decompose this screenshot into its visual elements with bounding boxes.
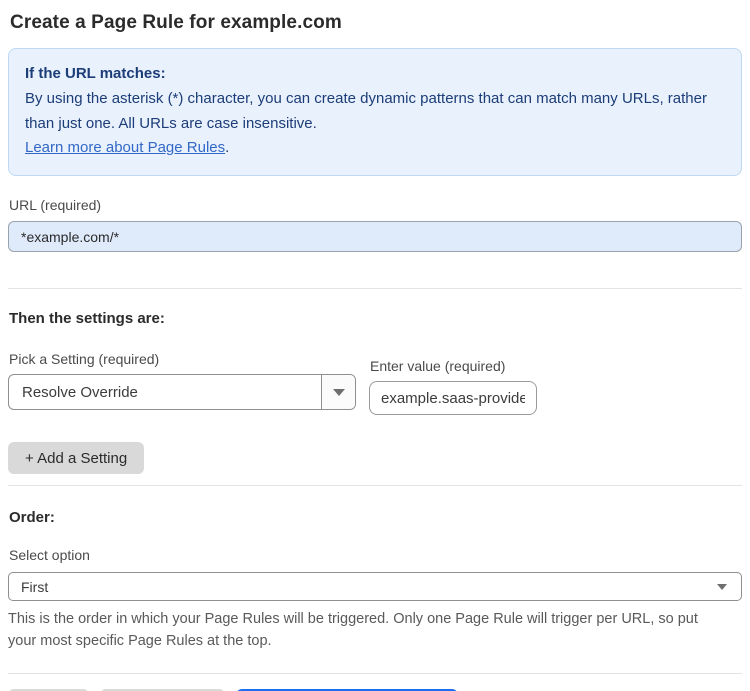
value-field-label: Enter value (required) xyxy=(370,358,506,374)
info-box-body: By using the asterisk (*) character, you… xyxy=(25,89,707,132)
setting-value-column: Enter value (required) xyxy=(369,358,537,415)
add-setting-button[interactable]: + Add a Setting xyxy=(8,442,145,474)
setting-picker-selected-value: Resolve Override xyxy=(22,383,138,401)
settings-section-heading: Then the settings are: xyxy=(9,310,165,327)
order-help-text: This is the order in which your Page Rul… xyxy=(8,611,698,650)
info-box-heading: If the URL matches: xyxy=(25,65,166,82)
divider xyxy=(8,672,742,674)
link-suffix: . xyxy=(225,139,230,157)
setting-value-input[interactable] xyxy=(369,381,537,415)
divider xyxy=(8,485,742,486)
order-section-heading: Order: xyxy=(9,509,55,526)
setting-picker-label: Pick a Setting (required) xyxy=(9,351,160,367)
url-input[interactable] xyxy=(8,221,742,252)
order-dropdown[interactable]: First xyxy=(8,572,742,601)
url-match-info-box: If the URL matches: By using the asteris… xyxy=(8,48,742,176)
url-field-label: URL (required) xyxy=(9,197,102,213)
order-select-label: Select option xyxy=(9,547,90,563)
page-title: Create a Page Rule for example.com xyxy=(10,12,342,33)
learn-more-link[interactable]: Learn more about Page Rules xyxy=(25,139,225,156)
setting-picker-dropdown[interactable]: Resolve Override xyxy=(8,374,356,410)
order-selected-value: First xyxy=(21,578,49,595)
setting-picker-column: Pick a Setting (required) Resolve Overri… xyxy=(8,351,356,410)
divider xyxy=(8,288,742,289)
create-page-rule-panel: Create a Page Rule for example.com If th… xyxy=(0,0,750,691)
info-box-link-line: Learn more about Page Rules. xyxy=(25,136,725,161)
settings-row: Pick a Setting (required) Resolve Overri… xyxy=(8,351,742,415)
chevron-down-icon xyxy=(332,388,345,396)
setting-picker-arrow-button[interactable] xyxy=(321,375,355,409)
chevron-down-icon xyxy=(717,583,727,590)
